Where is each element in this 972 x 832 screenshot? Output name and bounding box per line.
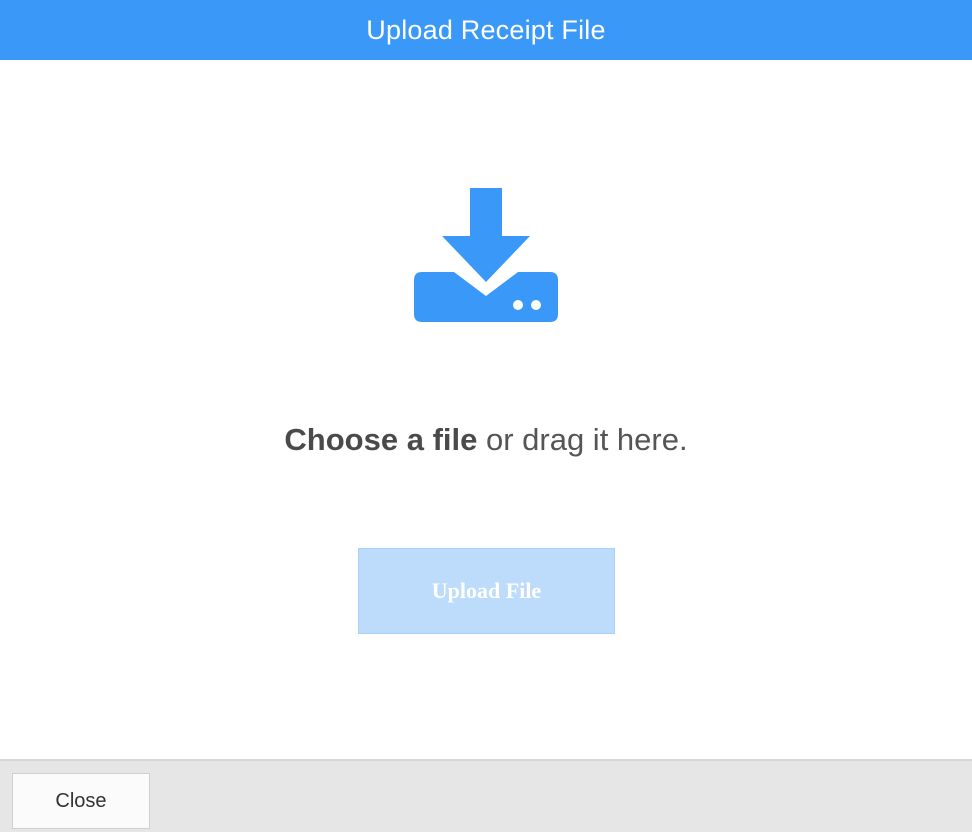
drag-hint-text: or drag it here. (477, 422, 688, 457)
choose-file-link[interactable]: Choose a file (284, 422, 477, 457)
upload-receipt-dialog: Upload Receipt File Choose a file or dra… (0, 0, 972, 832)
file-drop-zone[interactable]: Choose a file or drag it here. Upload Fi… (0, 60, 972, 759)
dialog-title-bar: Upload Receipt File (0, 0, 972, 60)
dialog-title: Upload Receipt File (366, 14, 606, 45)
drop-prompt: Choose a file or drag it here. (0, 422, 972, 458)
upload-file-button[interactable]: Upload File (358, 548, 615, 634)
download-tray-icon (414, 188, 558, 322)
dialog-footer: Close (0, 759, 972, 832)
close-button[interactable]: Close (12, 773, 150, 829)
